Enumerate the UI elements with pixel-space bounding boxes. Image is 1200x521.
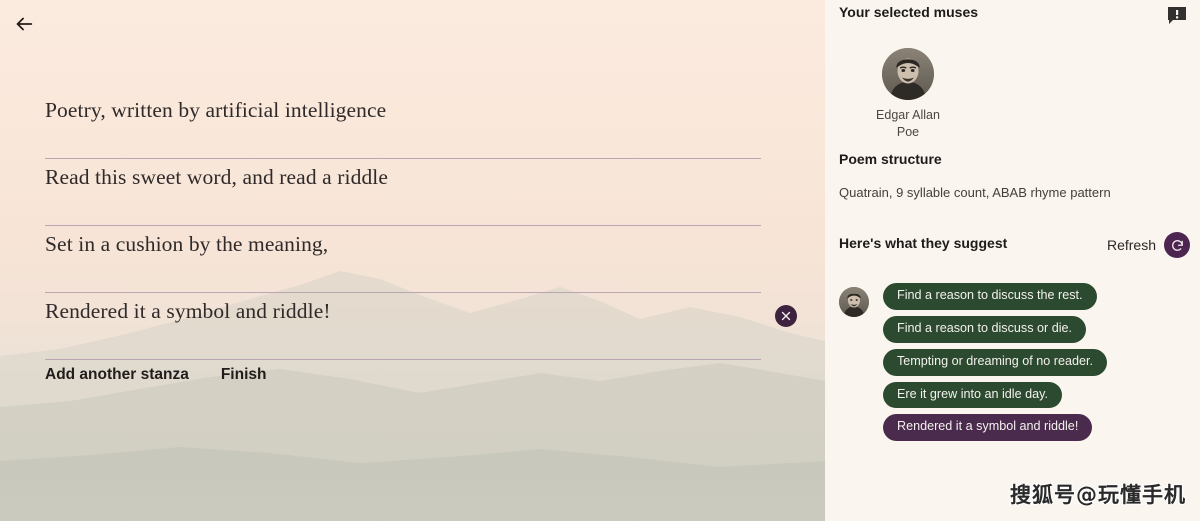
feedback-flag-icon[interactable] [1166,6,1188,25]
poem-line-text: Read this sweet word, and read a riddle [45,165,389,189]
sidebar-title: Your selected muses [839,4,979,20]
refresh-label: Refresh [1106,237,1156,253]
poem-line-4[interactable]: Rendered it a symbol and riddle! [45,293,797,360]
refresh-ccw-icon [1164,232,1190,258]
finish-button[interactable]: Finish [221,366,267,384]
muse-portrait-small-icon [839,287,869,317]
suggestion-chip[interactable]: Ere it grew into an idle day. [883,381,1062,409]
selected-muse[interactable]: Edgar Allan Poe [853,48,963,141]
poem-line-1[interactable]: Poetry, written by artificial intelligen… [45,92,761,159]
refresh-button[interactable]: Refresh [1107,232,1190,258]
suggestion-chip-selected[interactable]: Rendered it a symbol and riddle! [883,414,1093,442]
poem-structure-title: Poem structure [839,151,942,167]
poem-line-2[interactable]: Read this sweet word, and read a riddle [45,159,761,226]
suggestion-chip[interactable]: Find a reason to discuss or die. [883,315,1087,343]
poem-structure-text: Quatrain, 9 syllable count, ABAB rhyme p… [839,185,1111,200]
back-button[interactable] [6,6,42,42]
muses-sidebar: Your selected muses Edgar Allan Poe Poem… [825,0,1200,521]
poem-line-text: Poetry, written by artificial intelligen… [45,98,387,122]
suggestion-chip[interactable]: Find a reason to discuss the rest. [883,283,1097,310]
suggestion-area: Find a reason to discuss the rest. Find … [839,283,1189,442]
suggestion-chip-list: Find a reason to discuss the rest. Find … [883,283,1189,442]
poem-line-text: Rendered it a symbol and riddle! [45,299,331,323]
poem-line-text: Set in a cushion by the meaning, [45,232,329,256]
muse-portrait-icon [882,48,934,100]
close-circle-icon[interactable] [775,305,797,327]
poem-editor-pane: Poetry, written by artificial intelligen… [0,0,825,521]
suggestions-title: Here's what they suggest [839,235,1008,251]
poem-line-3[interactable]: Set in a cushion by the meaning, [45,226,761,293]
add-another-stanza-button[interactable]: Add another stanza [45,366,189,384]
arrow-left-icon [13,13,35,35]
watermark: 搜狐号@玩懂手机 [1010,483,1186,507]
muse-name: Edgar Allan Poe [876,108,940,139]
app-root: Poetry, written by artificial intelligen… [0,0,1200,521]
poem-line-list: Poetry, written by artificial intelligen… [45,92,797,360]
suggestion-chip[interactable]: Tempting or dreaming of no reader. [883,348,1108,376]
editor-action-bar: Add another stanza Finish [45,366,266,384]
